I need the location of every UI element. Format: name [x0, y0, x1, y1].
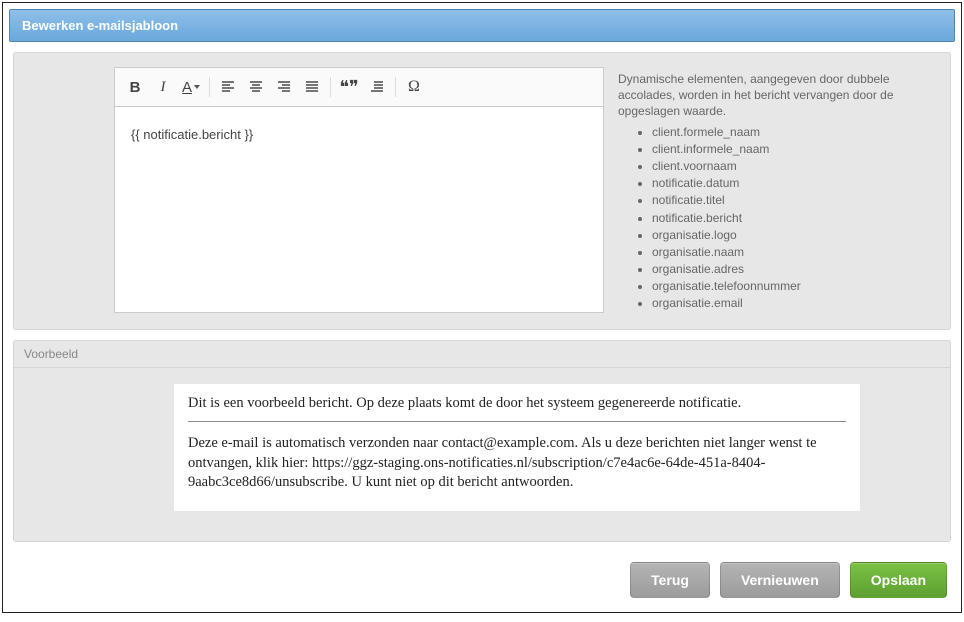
align-center-icon	[249, 80, 263, 94]
align-center-button[interactable]	[242, 74, 270, 100]
preview-panel-title: Voorbeeld	[14, 341, 950, 368]
editor-textarea[interactable]: {{ notificatie.bericht }}	[115, 107, 603, 307]
align-right-icon	[277, 80, 291, 94]
blockquote-button[interactable]: ❝❞	[335, 74, 363, 100]
bold-button[interactable]: B	[121, 74, 149, 100]
preview-line-1: Dit is een voorbeeld bericht. Op deze pl…	[188, 394, 846, 414]
variable-item: organisatie.adres	[652, 261, 936, 277]
align-right-button[interactable]	[270, 74, 298, 100]
align-justify-icon	[305, 80, 319, 94]
variable-item: organisatie.logo	[652, 227, 936, 243]
align-justify-button[interactable]	[298, 74, 326, 100]
variable-item: client.formele_naam	[652, 124, 936, 140]
variable-item: client.informele_naam	[652, 141, 936, 157]
toolbar-separator	[209, 77, 210, 97]
editor-panel: B I A	[13, 52, 951, 330]
variable-item: organisatie.naam	[652, 244, 936, 260]
variables-help: Dynamische elementen, aangegeven door du…	[618, 67, 936, 313]
variables-help-intro: Dynamische elementen, aangegeven door du…	[618, 71, 936, 120]
editor-panel-body: B I A	[14, 53, 950, 329]
align-left-button[interactable]	[214, 74, 242, 100]
italic-button[interactable]: I	[149, 74, 177, 100]
refresh-button[interactable]: Vernieuwen	[720, 562, 840, 598]
variable-item: notificatie.bericht	[652, 210, 936, 226]
special-char-button[interactable]: Ω	[400, 74, 428, 100]
variable-item: client.voornaam	[652, 158, 936, 174]
save-button[interactable]: Opslaan	[850, 562, 947, 598]
page-frame: Bewerken e-mailsjabloon B I A	[2, 2, 962, 613]
preview-panel: Voorbeeld Dit is een voorbeeld bericht. …	[13, 340, 951, 542]
outdent-icon	[370, 80, 384, 94]
rich-text-editor: B I A	[114, 67, 604, 313]
editor-toolbar: B I A	[115, 68, 603, 107]
back-button[interactable]: Terug	[630, 562, 710, 598]
variable-item: organisatie.email	[652, 295, 936, 311]
dialog-header: Bewerken e-mailsjabloon	[9, 9, 955, 42]
preview-divider	[188, 421, 846, 422]
editor-content-text: {{ notificatie.bericht }}	[131, 127, 253, 142]
preview-line-2: Deze e-mail is automatisch verzonden naa…	[188, 434, 846, 493]
variables-list: client.formele_naamclient.informele_naam…	[652, 124, 936, 312]
variable-item: notificatie.titel	[652, 192, 936, 208]
preview-mail: Dit is een voorbeeld bericht. Op deze pl…	[174, 384, 860, 511]
align-left-icon	[221, 80, 235, 94]
variable-item: notificatie.datum	[652, 175, 936, 191]
underline-button[interactable]: A	[177, 74, 205, 100]
dialog-title: Bewerken e-mailsjabloon	[22, 18, 178, 33]
button-row: Terug Vernieuwen Opslaan	[3, 552, 961, 598]
preview-panel-body: Dit is een voorbeeld bericht. Op deze pl…	[14, 368, 950, 541]
variable-item: organisatie.telefoonnummer	[652, 278, 936, 294]
toolbar-separator	[395, 77, 396, 97]
toolbar-separator	[330, 77, 331, 97]
outdent-button[interactable]	[363, 74, 391, 100]
